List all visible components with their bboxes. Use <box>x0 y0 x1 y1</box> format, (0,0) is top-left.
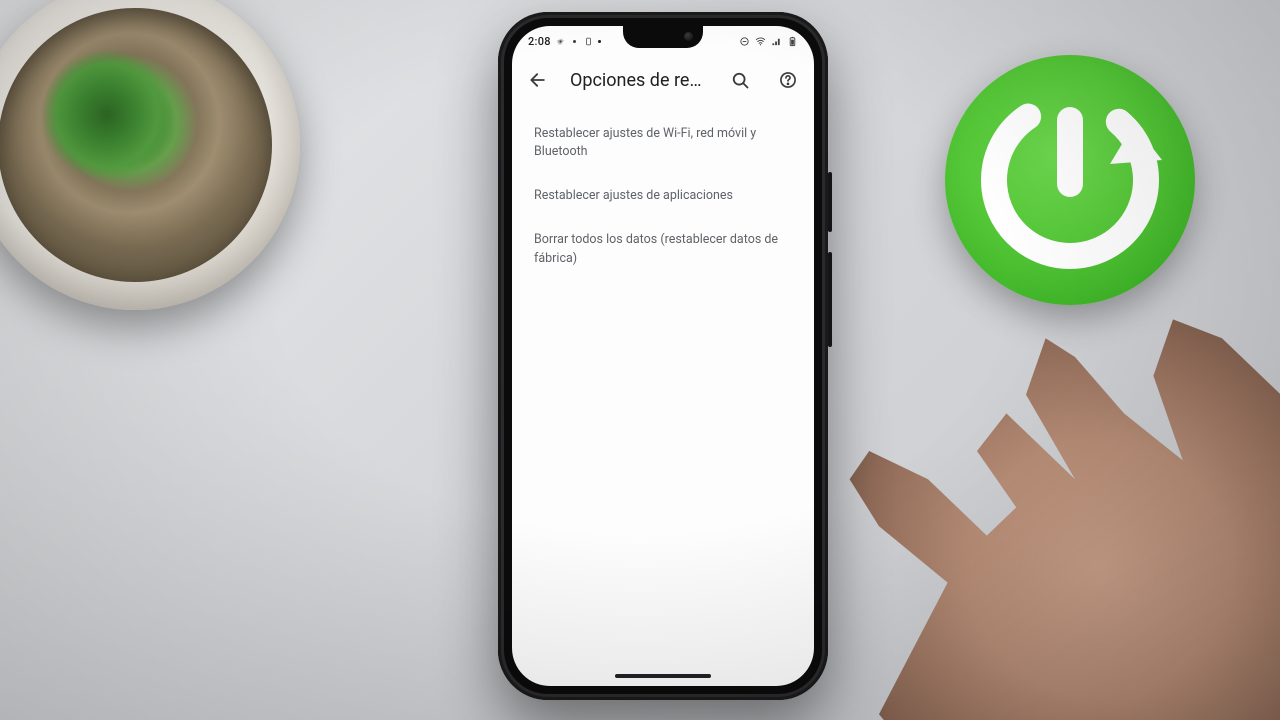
arrow-left-icon <box>528 70 548 90</box>
back-button[interactable] <box>522 64 554 96</box>
status-clock: 2:08 <box>528 35 551 48</box>
status-dot-icon <box>598 40 601 43</box>
list-item-reset-apps[interactable]: Restablecer ajustes de aplicaciones <box>512 174 814 218</box>
wifi-icon <box>755 36 766 47</box>
phone-icon <box>584 37 593 46</box>
help-button[interactable] <box>772 64 804 96</box>
phone-notch <box>623 26 703 48</box>
user-hand <box>830 310 1280 720</box>
app-bar: Opciones de restableci... <box>512 54 814 106</box>
list-item-factory-reset[interactable]: Borrar todos los datos (restablecer dato… <box>512 218 814 280</box>
search-button[interactable] <box>724 64 756 96</box>
power-cycle-coaster <box>945 55 1195 305</box>
reset-options-list: Restablecer ajustes de Wi-Fi, red móvil … <box>512 106 814 287</box>
signal-icon <box>771 36 782 47</box>
phone-side-button <box>828 252 832 347</box>
help-icon <box>778 70 798 90</box>
battery-icon <box>787 36 798 47</box>
gear-icon <box>556 37 565 46</box>
page-title: Opciones de restableci... <box>570 70 708 91</box>
list-item-label: Borrar todos los datos (restablecer dato… <box>534 232 778 265</box>
phone-screen: 2:08 Opciones de restableci... <box>512 26 814 686</box>
list-item-label: Restablecer ajustes de Wi-Fi, red móvil … <box>534 126 756 159</box>
list-item-reset-network[interactable]: Restablecer ajustes de Wi-Fi, red móvil … <box>512 112 814 174</box>
gear-icon <box>570 37 579 46</box>
phone-side-button <box>828 172 832 232</box>
list-item-label: Restablecer ajustes de aplicaciones <box>534 188 733 203</box>
do-not-disturb-icon <box>739 36 750 47</box>
smartphone-device: 2:08 Opciones de restableci... <box>498 12 828 700</box>
search-icon <box>730 70 750 90</box>
recycle-power-icon <box>970 80 1170 280</box>
succulent-plant <box>0 0 300 310</box>
gesture-nav-bar[interactable] <box>615 674 711 678</box>
